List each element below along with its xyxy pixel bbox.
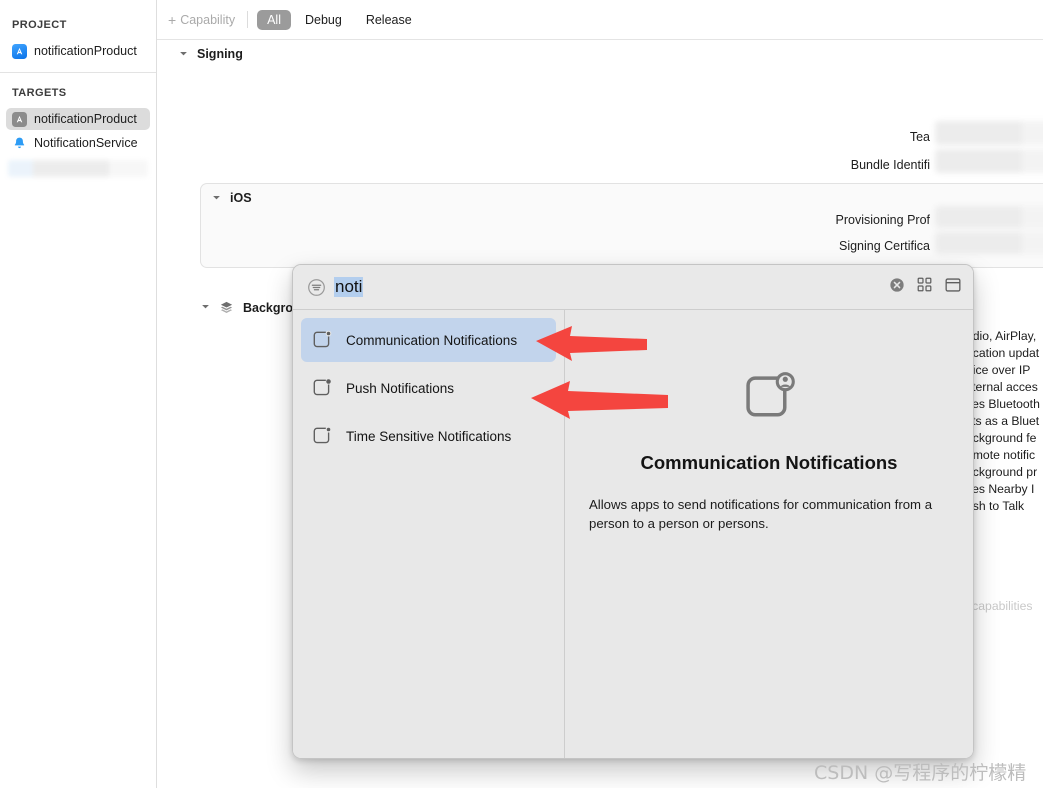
capability-detail-title: Communication Notifications [640,452,898,473]
plus-icon: + [168,11,177,28]
sidebar-item-target-notificationproduct[interactable]: notificationProduct [6,108,150,130]
background-mode-label: ses Bluetooth [966,397,1040,411]
signing-certificate-label: Signing Certifica [838,239,930,253]
capabilities-picker-dialog: noti Communication Notifications Push No… [292,264,974,759]
appstore-gray-icon [12,111,27,127]
capabilities-toolbar: + Capability All Debug Release [157,0,1043,40]
capability-item-label: Push Notifications [346,380,455,396]
background-mode-label: ackground fe [966,431,1037,445]
capability-item-label: Time Sensitive Notifications [346,428,512,444]
section-signing[interactable]: Signing [157,40,1043,61]
sidebar-item-project-notificationproduct[interactable]: notificationProduct [6,40,150,62]
bundle-identifier-label: Bundle Identifi [850,158,930,172]
capability-item-push-notifications[interactable]: Push Notifications [301,366,556,410]
dialog-search-bar: noti [293,265,973,310]
team-label: Tea [909,130,930,144]
add-capability-button[interactable]: + Capability [168,13,247,27]
capability-item-label: Communication Notifications [346,332,518,348]
capability-detail-description: Allows apps to send notifications for co… [589,497,933,531]
grid-view-icon[interactable] [916,276,933,298]
background-mode-label: udio, AirPlay, [966,329,1037,343]
project-section-label: PROJECT [12,19,67,31]
bundle-identifier-field[interactable] [935,149,1043,173]
sidebar-item-redacted[interactable] [8,160,148,177]
capability-results-list: Communication Notifications Push Notific… [293,310,565,758]
bell-icon [12,136,27,151]
tab-all[interactable]: All [257,9,291,30]
capability-item-communication-notifications[interactable]: Communication Notifications [301,318,556,362]
background-mode-label: ush to Talk [966,499,1025,513]
capability-detail-panel: Communication Notifications Allows apps … [565,310,973,758]
sidebar-item-label: notificationProduct [34,112,137,126]
search-input[interactable]: noti [334,277,364,297]
background-modes-icon [219,300,234,315]
communication-notification-icon [738,368,800,430]
capability-item-time-sensitive-notifications[interactable]: Time Sensitive Notifications [301,414,556,458]
background-mode-label: cts as a Bluet [966,414,1040,428]
chevron-down-icon [179,49,188,60]
provisioning-profile-value [935,206,1043,228]
watermark: CSDN @写程序的柠檬精 [814,762,1027,784]
clear-circle-icon[interactable] [889,277,905,298]
team-field[interactable] [935,121,1043,145]
sidebar-item-label: notificationProduct [34,44,137,58]
background-modes-option-labels: udio, AirPlay, ocation updat oice over I… [966,328,1043,515]
notification-badge-icon [311,329,333,351]
section-title: iOS [230,191,252,205]
provisioning-profile-label: Provisioning Prof [835,213,931,227]
sidebar-item-target-notificationservice[interactable]: NotificationService [6,132,150,154]
background-mode-label: ackground pr [966,465,1038,479]
background-mode-label: ocation updat [966,346,1040,360]
targets-section-label: TARGETS [12,87,67,99]
dialog-top-actions [889,276,962,299]
dialog-body: Communication Notifications Push Notific… [293,310,973,758]
filter-icon[interactable] [307,278,326,297]
section-ios[interactable]: iOS [201,184,1043,205]
tab-release[interactable]: Release [356,10,422,30]
chevron-down-icon [201,302,210,313]
background-mode-label: xternal acces [966,380,1038,394]
chevron-down-icon [212,193,221,204]
section-title: Signing [197,47,243,61]
signing-certificate-value [935,232,1043,254]
toolbar-divider [247,11,249,28]
project-navigator-sidebar: PROJECT notificationProduct TARGETS noti… [0,0,157,788]
background-mode-label: oice over IP [966,363,1031,377]
background-mode-label: emote notific [966,448,1036,462]
panel-view-icon[interactable] [944,276,962,299]
sidebar-item-label: NotificationService [34,136,138,150]
add-capability-label: Capability [180,12,236,27]
appstore-blue-icon [12,43,27,59]
notification-badge-icon [311,425,333,447]
tab-debug[interactable]: Debug [295,10,352,30]
app-window: PROJECT notificationProduct TARGETS noti… [0,0,1043,788]
notification-badge-icon [311,377,333,399]
background-mode-label: ses Nearby I [966,482,1035,496]
